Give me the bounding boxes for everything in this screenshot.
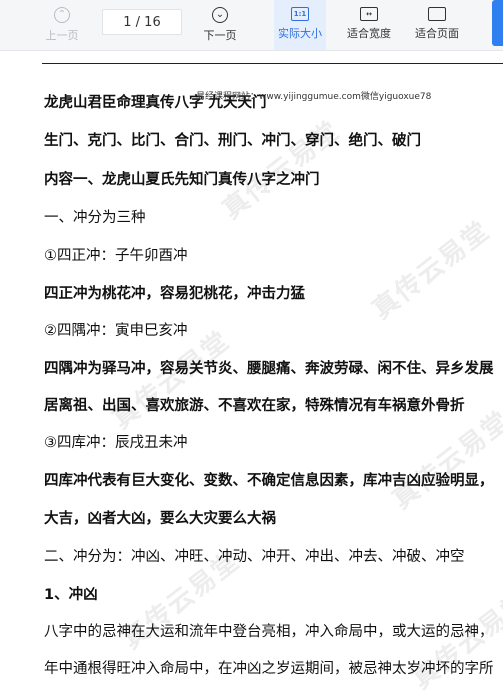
small-watermark: 易经课程网站：www.yijinggumue.com微信yiguoxue78 (196, 92, 432, 102)
fit-width-label: 适合宽度 (347, 27, 391, 40)
arrow-up-circle-icon: ⌃ (54, 7, 70, 23)
toolbar-extra-button[interactable] (492, 0, 503, 46)
pdf-toolbar: ⌃ 上一页 1 / 16 ⌄ 下一页 1:1 实际大小 ↔ 适合宽度 适合页面 (0, 0, 503, 51)
arrow-down-circle-icon: ⌄ (212, 7, 228, 23)
actual-size-label: 实际大小 (278, 27, 322, 40)
doc-line: 四隅冲为驿马冲，容易关节炎、腰腿痛、奔波劳碌、闲不住、异乡发展 (44, 361, 494, 377)
next-page-button[interactable]: ⌄ 下一页 (198, 0, 242, 50)
doc-line: 居离祖、出国、喜欢旅游、不喜欢在家，特殊情况有车祸意外骨折 (44, 398, 465, 414)
prev-page-label: 上一页 (45, 29, 79, 42)
doc-line: ③四库冲：辰戌丑未冲 (44, 435, 188, 451)
fit-page-button[interactable]: 适合页面 (410, 0, 464, 50)
next-page-label: 下一页 (203, 29, 237, 42)
fit-page-icon (428, 7, 446, 21)
doc-line: ②四隅冲：寅申巳亥冲 (44, 323, 188, 339)
prev-page-button[interactable]: ⌃ 上一页 (40, 0, 84, 50)
doc-line: 八字中的忌神在大运和流年中登台亮相，冲入命局中，或大运的忌神， (44, 624, 494, 640)
doc-line: 大吉，凶者大凶，要么大灾要么大祸 (44, 511, 276, 527)
doc-line: ①四正冲：子午卯酉冲 (44, 248, 188, 264)
fit-page-label: 适合页面 (415, 27, 459, 40)
watermark: 真传云易堂 (387, 405, 503, 516)
fit-width-button[interactable]: ↔ 适合宽度 (342, 0, 396, 50)
doc-line: 四库冲代表有巨大变化、变数、不确定信息因素，库冲吉凶应验明显， (44, 473, 494, 489)
actual-size-button[interactable]: 1:1 实际大小 (274, 0, 326, 50)
page-number-input[interactable]: 1 / 16 (102, 9, 182, 35)
doc-line: 1、冲凶 (44, 587, 98, 603)
doc-line: 生门、克门、比门、合门、刑门、冲门、穿门、绝门、破门 (44, 133, 421, 149)
watermark: 真传云易堂 (367, 215, 496, 326)
doc-line: 一、冲分为三种 (44, 210, 146, 226)
fit-width-icon: ↔ (360, 7, 378, 21)
actual-size-icon: 1:1 (291, 7, 309, 21)
doc-line: 内容一、龙虎山夏氏先知门真传八字之冲门 (44, 172, 320, 188)
doc-line: 二、冲分为：冲凶、冲旺、冲动、冲开、冲出、冲去、冲破、冲空 (44, 549, 465, 565)
page-top-rule (42, 63, 503, 64)
doc-line: 四正冲为桃花冲，容易犯桃花，冲击力猛 (44, 286, 305, 302)
doc-line: 年中通根得旺冲入命局中，在冲凶之岁运期间，被忌神太岁冲坏的字所 (44, 661, 494, 677)
